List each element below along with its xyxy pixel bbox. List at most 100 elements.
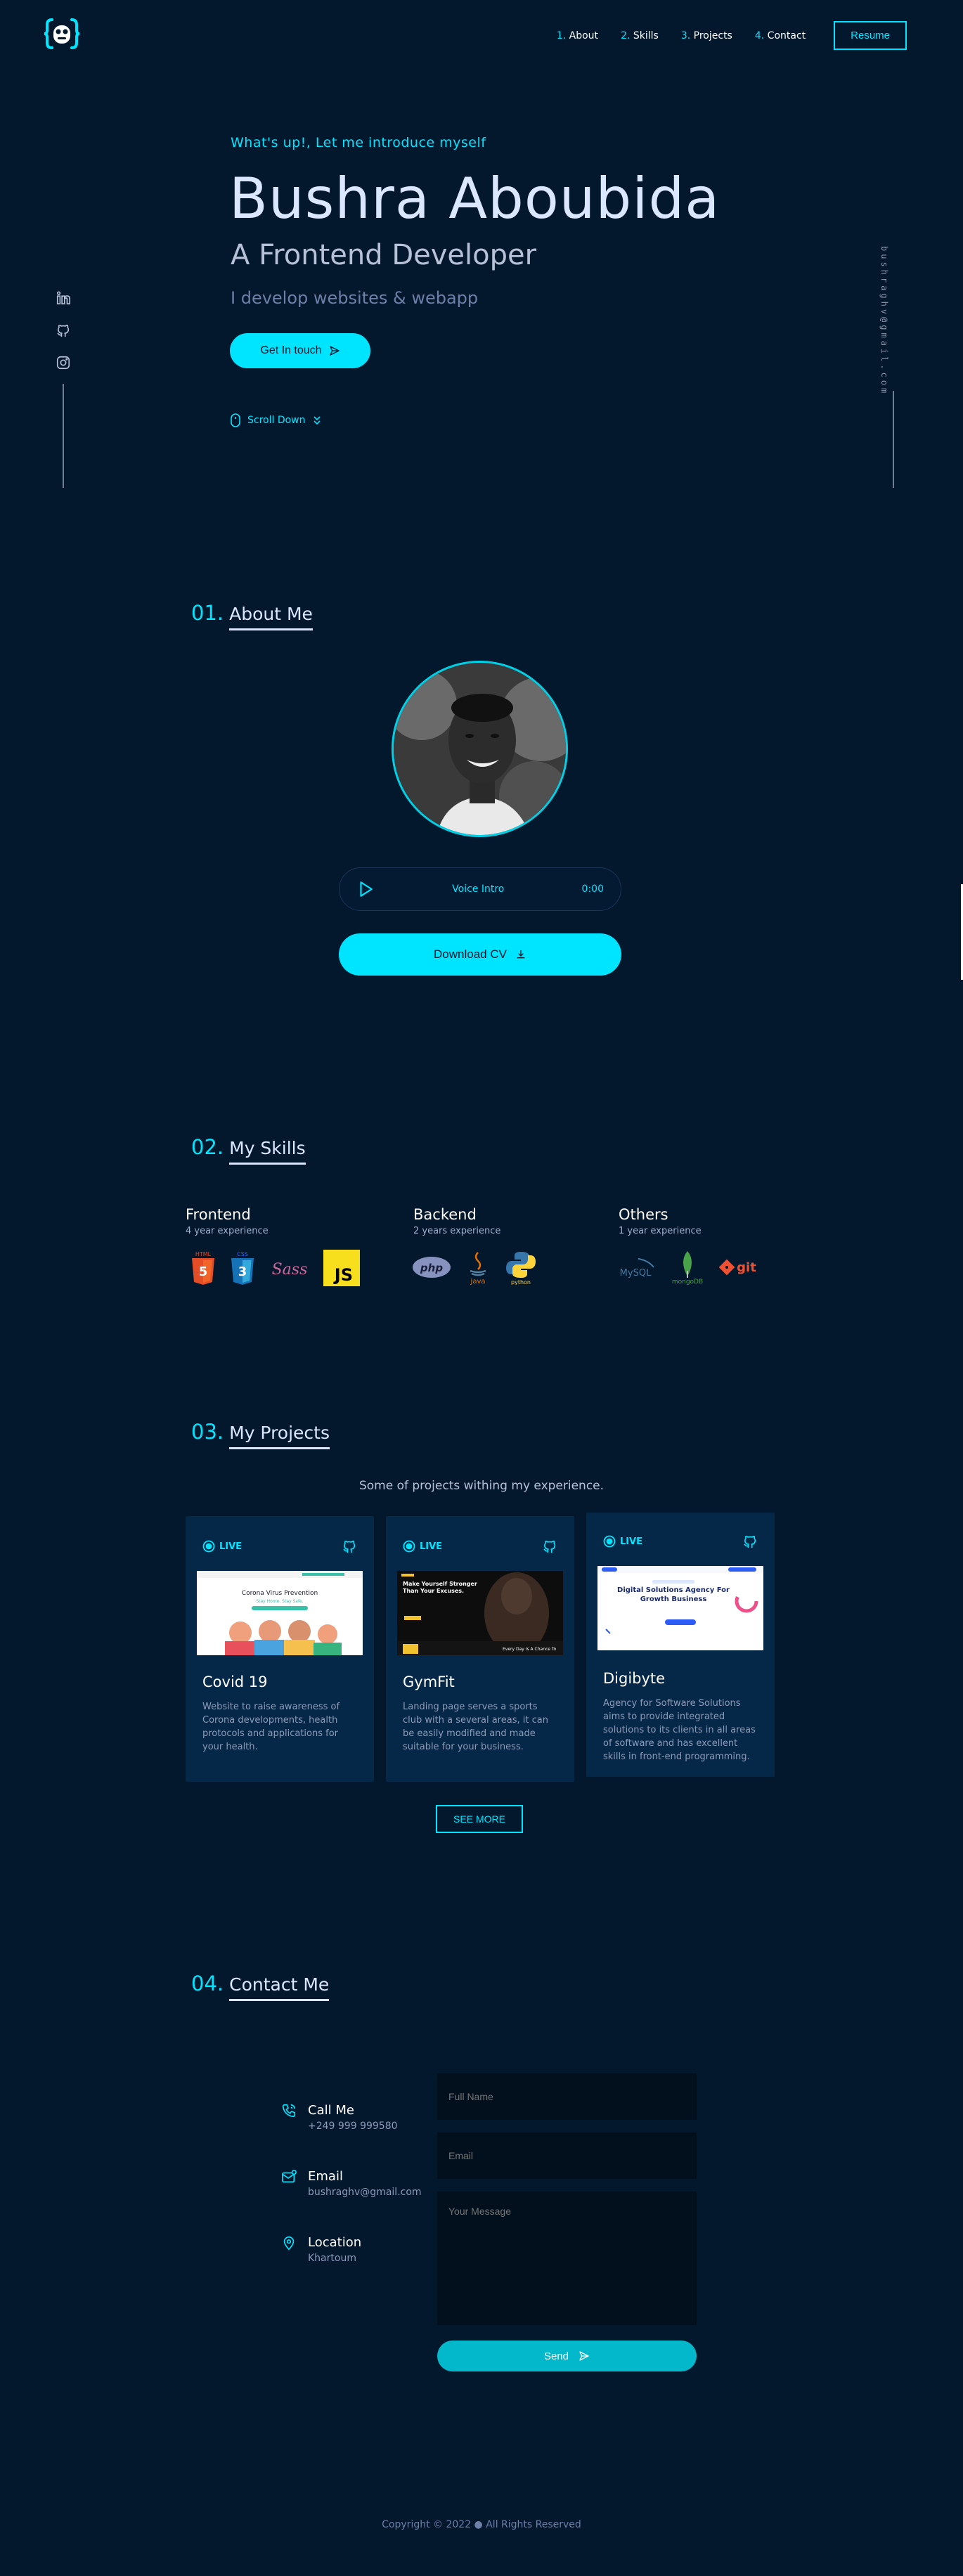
contact-item-value[interactable]: +249 999 999580	[308, 2121, 398, 2132]
see-more-button[interactable]: SEE MORE	[436, 1805, 523, 1833]
java-logo-text: Java	[470, 1278, 485, 1285]
skill-group-experience: 2 years experience	[413, 1226, 501, 1236]
project-description: Website to raise awareness of Corona dev…	[202, 1702, 340, 1752]
hero-greeting: What's up!, Let me introduce myself	[231, 135, 486, 150]
sass-logo-text: Sass	[272, 1261, 308, 1279]
git-logo-text: git	[737, 1260, 756, 1275]
contact-item-value[interactable]: bushraghv@gmail.com	[308, 2187, 422, 2198]
sass-icon: Sass	[272, 1261, 308, 1279]
section-heading: My Projects	[229, 1423, 330, 1449]
voice-intro-player: Voice Intro 0:00	[339, 867, 621, 911]
hero-role: A Frontend Developer	[231, 239, 537, 271]
project-screenshot[interactable]: Digital Solutions Agency For Growth Busi…	[597, 1566, 763, 1650]
social-links	[55, 290, 72, 371]
section-number: 04.	[191, 1972, 224, 1995]
frontend-logos: HTML 5 CSS 3 Sass JS	[190, 1250, 360, 1286]
css3-icon: CSS 3	[231, 1251, 254, 1285]
mouse-icon	[231, 413, 240, 427]
contact-item-location: Location Khartoum	[281, 2235, 361, 2264]
section-heading: Contact Me	[229, 1974, 330, 2001]
live-link[interactable]: LIVE	[403, 1540, 442, 1553]
double-chevron-down-icon	[313, 416, 321, 425]
skill-group-backend: Backend 2 years experience	[413, 1206, 500, 1236]
voice-intro-label: Voice Intro	[452, 884, 505, 895]
contact-item-name: Call Me	[308, 2103, 354, 2118]
project-title: Covid 19	[202, 1674, 268, 1690]
live-icon	[603, 1535, 616, 1548]
shot-sub: Every Day Is A Chance To	[503, 1647, 557, 1652]
projects-section-title: 03. My Projects	[191, 1420, 330, 1449]
html5-logo-text: HTML	[195, 1251, 212, 1257]
send-button[interactable]: Send	[437, 2341, 697, 2371]
skill-group-name: Frontend	[186, 1206, 251, 1223]
nav-link-about[interactable]: 1. About	[557, 30, 598, 41]
sidebar-email-link[interactable]: bushraghv@gmail.com	[879, 246, 889, 396]
mail-icon	[282, 2170, 297, 2183]
project-title: GymFit	[403, 1674, 455, 1690]
contact-item-phone: Call Me +249 999 999580	[281, 2103, 398, 2132]
nav-link-projects[interactable]: 3. Projects	[681, 30, 732, 41]
live-link[interactable]: LIVE	[603, 1535, 642, 1548]
scroll-down-link[interactable]: Scroll Down	[231, 413, 321, 427]
project-card-digibyte: LIVE Digital Solutions Agency For Growth…	[586, 1513, 775, 1777]
about-section-title: 01. About Me	[191, 601, 313, 630]
javascript-icon: JS	[323, 1250, 360, 1286]
project-title: Digibyte	[603, 1670, 666, 1687]
download-icon	[517, 950, 525, 959]
github-icon[interactable]	[55, 322, 72, 339]
python-logo-text: python	[511, 1279, 531, 1285]
email-input[interactable]	[437, 2132, 697, 2179]
copyright-text: Copyright © 2022 ● All Rights Reserved	[382, 2519, 581, 2530]
play-icon[interactable]	[356, 880, 375, 898]
contact-item-name: Location	[308, 2235, 362, 2250]
logo-icon[interactable]	[44, 15, 80, 52]
scroll-down-label: Scroll Down	[247, 415, 306, 426]
get-in-touch-button[interactable]: Get In touch	[230, 333, 370, 368]
svg-text:3: 3	[238, 1264, 247, 1279]
github-icon[interactable]	[742, 1534, 758, 1549]
github-icon[interactable]	[542, 1539, 557, 1554]
skill-group-experience: 1 year experience	[619, 1226, 702, 1236]
github-icon[interactable]	[342, 1539, 357, 1554]
message-textarea[interactable]	[437, 2192, 697, 2325]
project-card-header: LIVE	[202, 1539, 357, 1554]
css3-logo-text: CSS	[237, 1251, 248, 1257]
project-description: Landing page serves a sports club with a…	[403, 1702, 548, 1752]
shot-heading: Corona Virus Prevention	[242, 1590, 318, 1597]
nav-link-skills[interactable]: 2. Skills	[621, 30, 659, 41]
live-link[interactable]: LIVE	[202, 1540, 242, 1553]
resume-button[interactable]: Resume	[834, 21, 907, 50]
nav-link-contact[interactable]: 4. Contact	[755, 30, 806, 41]
project-card-header: LIVE	[403, 1539, 557, 1554]
mongodb-logo-text: mongoDB	[672, 1279, 703, 1285]
backend-logos: php Java python	[412, 1250, 537, 1285]
live-label: LIVE	[219, 1541, 243, 1552]
email-divider-line	[893, 391, 894, 488]
section-number: 03.	[191, 1420, 224, 1444]
send-icon	[329, 346, 340, 356]
contact-item-value: Khartoum	[308, 2253, 356, 2264]
hero-name: Bushra Aboubida	[229, 166, 720, 231]
live-label: LIVE	[620, 1536, 643, 1547]
php-logo-text: php	[420, 1262, 443, 1274]
python-icon: python	[506, 1252, 536, 1285]
javascript-logo-text: JS	[333, 1265, 353, 1285]
send-icon	[579, 2351, 589, 2361]
instagram-icon[interactable]	[55, 354, 72, 371]
git-icon: git	[718, 1259, 756, 1276]
skill-group-name: Others	[619, 1206, 668, 1223]
project-screenshot[interactable]: Corona Virus Prevention Stay Home. Stay …	[197, 1571, 363, 1655]
section-number: 01.	[191, 601, 224, 625]
linkedin-icon[interactable]	[55, 290, 72, 306]
php-icon: php	[413, 1257, 451, 1278]
contact-item-email: Email bushraghv@gmail.com	[281, 2169, 422, 2198]
mysql-icon: MySQL	[620, 1258, 654, 1279]
download-cv-button[interactable]: Download CV	[339, 933, 621, 976]
skill-group-name: Backend	[413, 1206, 477, 1223]
project-screenshot[interactable]: Make Yourself Stronger Than Your Excuses…	[397, 1571, 563, 1655]
get-in-touch-label: Get In touch	[260, 344, 322, 356]
full-name-input[interactable]	[437, 2073, 697, 2120]
profile-avatar	[392, 661, 568, 837]
section-heading: About Me	[229, 604, 313, 630]
svg-text:5: 5	[199, 1264, 208, 1279]
